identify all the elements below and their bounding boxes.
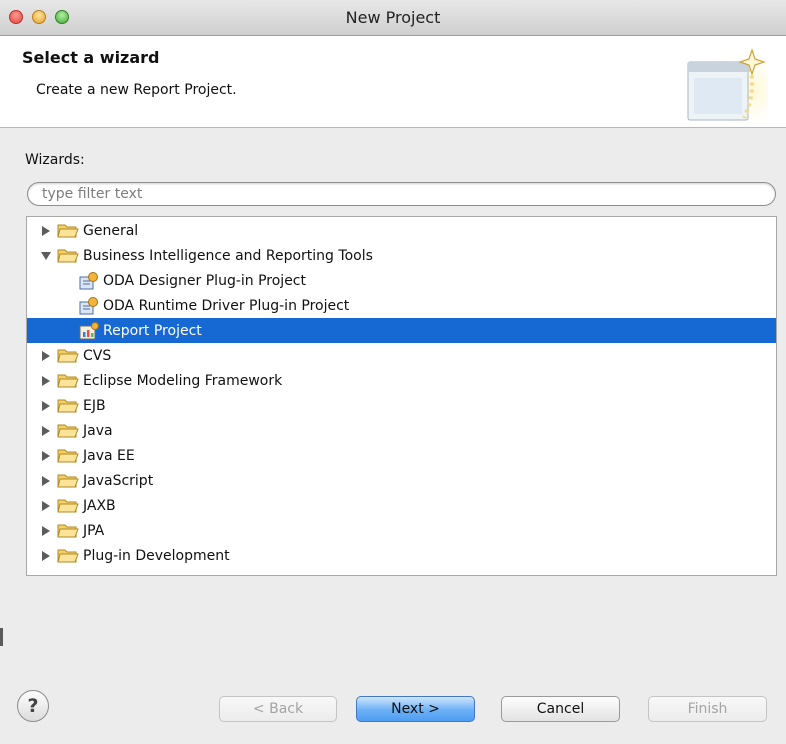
back-button[interactable]: < Back <box>219 696 337 722</box>
folder-icon <box>57 499 79 513</box>
tree-item-label: EJB <box>83 397 106 414</box>
page-description: Create a new Report Project. <box>36 82 237 98</box>
window-edge-marker <box>0 628 3 646</box>
expand-arrow-icon[interactable] <box>41 400 51 411</box>
expand-arrow-icon[interactable] <box>41 450 51 461</box>
expand-arrow-icon[interactable] <box>41 550 51 561</box>
folder-icon <box>57 424 79 438</box>
tree-item-label: Plug-in Development <box>83 547 230 564</box>
folder-open-icon <box>57 249 79 263</box>
tree-item-oda-runtime[interactable]: ODA Runtime Driver Plug-in Project <box>27 293 776 318</box>
next-button[interactable]: Next > <box>356 696 475 722</box>
expand-arrow-icon[interactable] <box>41 225 51 236</box>
cancel-button[interactable]: Cancel <box>501 696 620 722</box>
expand-arrow-icon[interactable] <box>41 500 51 511</box>
plugin-project-icon <box>79 296 98 314</box>
tree-item-general[interactable]: General <box>27 218 776 243</box>
tree-item-emf[interactable]: Eclipse Modeling Framework <box>27 368 776 393</box>
wizards-label: Wizards: <box>25 152 85 168</box>
collapse-arrow-icon[interactable] <box>41 251 51 261</box>
wizard-banner-icon <box>686 48 768 124</box>
folder-icon <box>57 524 79 538</box>
expand-arrow-icon[interactable] <box>41 475 51 486</box>
tree-item-label: Eclipse Modeling Framework <box>83 372 283 389</box>
tree-item-java[interactable]: Java <box>27 418 776 443</box>
help-button[interactable]: ? <box>17 690 49 722</box>
help-icon: ? <box>27 695 39 717</box>
tree-item-ejb[interactable]: EJB <box>27 393 776 418</box>
folder-icon <box>57 474 79 488</box>
expand-arrow-icon[interactable] <box>41 350 51 361</box>
filter-field[interactable] <box>27 182 776 206</box>
tree-item-jpa[interactable]: JPA <box>27 518 776 543</box>
tree-item-jaxb[interactable]: JAXB <box>27 493 776 518</box>
tree-item-birt[interactable]: Business Intelligence and Reporting Tool… <box>27 243 776 268</box>
expand-arrow-icon[interactable] <box>41 425 51 436</box>
tree-item-label: CVS <box>83 347 112 364</box>
tree-item-label: General <box>83 222 139 239</box>
folder-icon <box>57 449 79 463</box>
folder-icon <box>57 549 79 563</box>
tree-item-label: Report Project <box>103 322 202 339</box>
window-title: New Project <box>345 8 441 27</box>
folder-icon <box>57 224 79 238</box>
filter-input[interactable] <box>42 183 762 205</box>
tree-item-java-ee[interactable]: Java EE <box>27 443 776 468</box>
tree-item-javascript[interactable]: JavaScript <box>27 468 776 493</box>
expand-arrow-icon[interactable] <box>41 525 51 536</box>
finish-button[interactable]: Finish <box>648 696 767 722</box>
folder-icon <box>57 374 79 388</box>
expand-arrow-icon[interactable] <box>41 375 51 386</box>
folder-icon <box>57 399 79 413</box>
tree-item-label: JPA <box>83 522 105 539</box>
tree-item-label: JAXB <box>83 497 116 514</box>
tree-item-plugin-development[interactable]: Plug-in Development <box>27 543 776 568</box>
tree-item-label: ODA Runtime Driver Plug-in Project <box>103 297 350 314</box>
tree-item-label: Java EE <box>83 447 135 464</box>
tree-item-label: Business Intelligence and Reporting Tool… <box>83 247 373 264</box>
folder-icon <box>57 349 79 363</box>
wizard-tree[interactable]: General Business Intelligence and Report… <box>26 216 777 576</box>
wizard-header: Select a wizard Create a new Report Proj… <box>0 36 786 128</box>
title-bar: New Project <box>0 0 786 36</box>
tree-item-report-project[interactable]: Report Project <box>27 318 776 343</box>
tree-item-label: JavaScript <box>83 472 154 489</box>
tree-item-label: Java <box>83 422 113 439</box>
report-project-icon <box>79 321 99 339</box>
plugin-project-icon <box>79 271 98 289</box>
tree-item-label: ODA Designer Plug-in Project <box>103 272 306 289</box>
page-title: Select a wizard <box>22 48 160 67</box>
tree-item-oda-designer[interactable]: ODA Designer Plug-in Project <box>27 268 776 293</box>
tree-item-cvs[interactable]: CVS <box>27 343 776 368</box>
